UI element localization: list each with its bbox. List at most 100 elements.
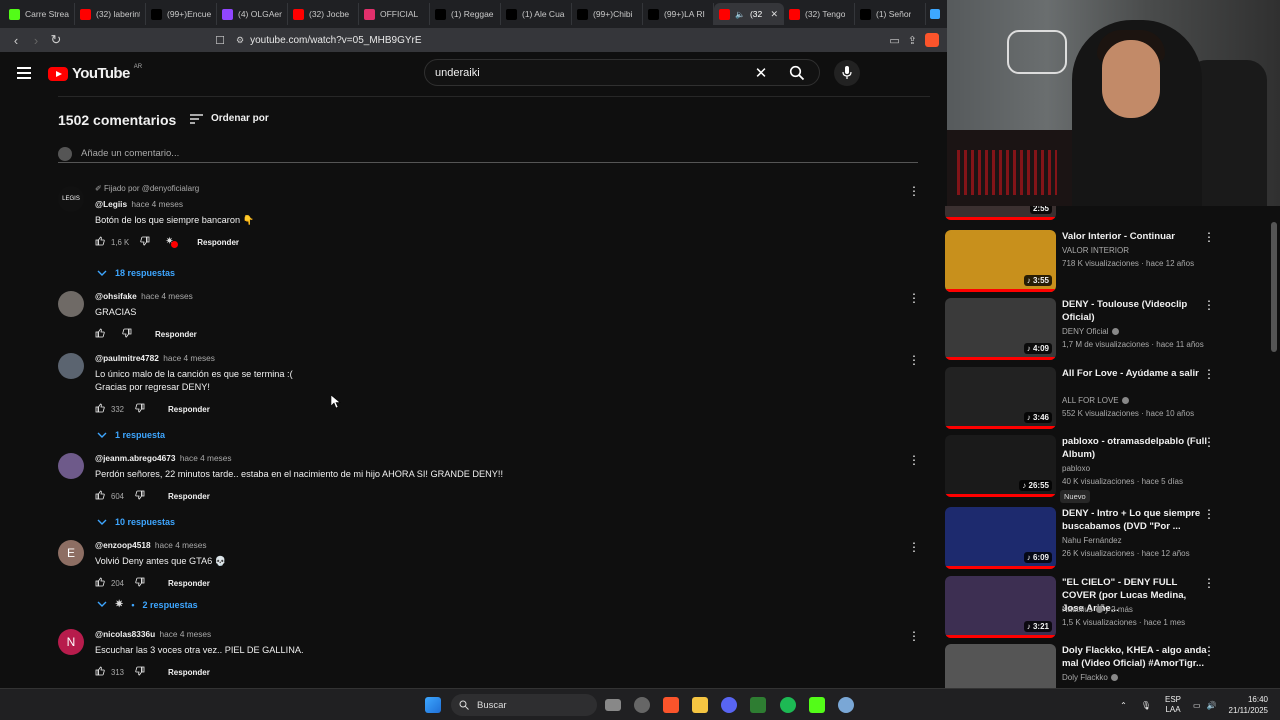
video-channel[interactable]: Doly Flackko [1062, 673, 1118, 682]
like-icon[interactable] [95, 328, 105, 340]
comment-time[interactable]: hace 4 meses [141, 291, 193, 301]
sort-button[interactable]: Ordenar por [190, 113, 269, 124]
video-thumbnail[interactable]: ♪ 6:09 [945, 507, 1056, 569]
video-channel[interactable]: Nahu Fernández [1062, 536, 1122, 545]
chevron-up-icon[interactable]: ⌃ [1120, 701, 1127, 710]
comment-avatar[interactable]: N [58, 629, 84, 655]
video-menu-icon[interactable]: ⋮ [1203, 576, 1215, 590]
youtube-logo[interactable]: YouTube AR [48, 64, 142, 82]
video-channel[interactable]: VALOR INTERIOR [1062, 246, 1129, 255]
reply-button[interactable]: Responder [168, 668, 210, 677]
like-icon[interactable] [95, 577, 105, 589]
video-title[interactable]: Doly Flackko, KHEA - algo anda mal (Vide… [1062, 644, 1207, 670]
voice-search-button[interactable] [834, 60, 860, 86]
video-menu-icon[interactable]: ⋮ [1203, 298, 1215, 312]
dislike-icon[interactable] [135, 577, 145, 589]
like-icon[interactable] [95, 666, 105, 678]
browser-tab[interactable]: (99+)LA RI [643, 3, 714, 25]
menu-icon[interactable] [17, 67, 31, 79]
search-box[interactable]: underaiki ✕ [424, 59, 820, 86]
comment-author[interactable]: @ohsifake [95, 291, 137, 301]
video-thumbnail[interactable]: ♪ 26:55 [945, 435, 1056, 497]
browser-tab[interactable]: (99+)Encuesta [146, 3, 217, 25]
comment-author[interactable]: @nicolas8336u [95, 629, 155, 639]
add-comment-placeholder[interactable]: Añade un comentario... [81, 148, 179, 159]
comment-time[interactable]: hace 4 meses [131, 199, 183, 209]
back-icon[interactable]: ‹ [6, 30, 26, 50]
comment-author[interactable]: @enzoop4518 [95, 540, 151, 550]
windows-start-icon[interactable] [425, 697, 441, 713]
comment-menu-icon[interactable]: ⋮ [908, 353, 920, 367]
browser-tab[interactable]: (32) laberinto [75, 3, 146, 25]
video-title[interactable]: All For Love - Ayúdame a salir [1062, 367, 1207, 380]
address-bar[interactable]: ☐ ⚙ youtube.com/watch?v=05_MHB9GYrE [74, 30, 764, 50]
video-channel[interactable]: ALL FOR LOVE [1062, 396, 1129, 405]
like-icon[interactable] [95, 403, 105, 415]
taskbar-search[interactable]: Buscar [451, 694, 597, 716]
dislike-icon[interactable] [122, 328, 132, 340]
spotify-icon[interactable] [780, 697, 796, 713]
like-icon[interactable] [95, 490, 105, 502]
like-icon[interactable] [95, 236, 105, 248]
comment-menu-icon[interactable]: ⋮ [908, 184, 920, 198]
comment-avatar[interactable] [58, 353, 84, 379]
video-menu-icon[interactable]: ⋮ [1203, 435, 1215, 449]
clock[interactable]: 16:40 21/11/2025 [1229, 694, 1268, 716]
video-thumbnail[interactable]: ♪ 3:21 [945, 576, 1056, 638]
comment-avatar[interactable] [58, 291, 84, 317]
video-title[interactable]: Valor Interior - Continuar [1062, 230, 1207, 243]
volume-icon[interactable]: 🔊 [1207, 701, 1217, 710]
clear-search-icon[interactable]: ✕ [747, 64, 775, 82]
site-info-icon[interactable]: ⚙ [236, 35, 244, 46]
video-menu-icon[interactable]: ⋮ [1203, 367, 1215, 381]
dislike-icon[interactable] [135, 403, 145, 415]
reload-icon[interactable]: ↻ [46, 30, 66, 50]
comment-avatar[interactable]: LEGIS [58, 186, 84, 212]
reply-button[interactable]: Responder [155, 330, 197, 339]
bookmark-icon[interactable]: ☐ [210, 34, 230, 47]
browser-tab[interactable]: Carre Streaming [4, 3, 75, 25]
comment-author[interactable]: @Legiis [95, 199, 127, 209]
settings-gear-icon[interactable] [634, 697, 650, 713]
comment-menu-icon[interactable]: ⋮ [908, 540, 920, 554]
forward-icon[interactable]: › [26, 30, 46, 50]
video-thumbnail[interactable]: ♪ 4:09 [945, 298, 1056, 360]
dislike-icon[interactable] [140, 236, 150, 248]
browser-tab[interactable]: (99+)Chibi [572, 3, 643, 25]
browser-tab[interactable]: (1) Reggae [430, 3, 501, 25]
video-thumbnail[interactable]: ♪ 3:46 [945, 367, 1056, 429]
replies-toggle[interactable]: 18 respuestas [97, 268, 175, 278]
video-title[interactable]: DENY - Intro + Lo que siempre buscabamos… [1062, 507, 1207, 533]
app-icon[interactable] [750, 697, 766, 713]
comment-author[interactable]: @paulmitre4782 [95, 353, 159, 363]
comment-time[interactable]: hace 4 meses [160, 629, 212, 639]
microphone-icon[interactable]: 🎙 [1141, 701, 1151, 710]
comment-menu-icon[interactable]: ⋮ [908, 291, 920, 305]
search-button[interactable] [775, 60, 819, 85]
comment-avatar[interactable]: E [58, 540, 84, 566]
sidebar-scrollbar[interactable] [1271, 222, 1277, 352]
video-thumbnail[interactable] [945, 644, 1056, 688]
video-thumbnail[interactable]: ♪ 3:55 [945, 230, 1056, 292]
search-input[interactable]: underaiki [435, 67, 747, 79]
gear-app-icon[interactable] [838, 697, 854, 713]
reply-button[interactable]: Responder [168, 405, 210, 414]
comment-time[interactable]: hace 4 meses [163, 353, 215, 363]
replies-toggle[interactable]: 1 respuesta [97, 430, 165, 440]
browser-tab[interactable]: (32) Tengo [784, 3, 855, 25]
add-comment-field[interactable]: Añade un comentario... [58, 145, 918, 163]
video-channel[interactable]: DENY Oficial [1062, 327, 1119, 336]
reply-button[interactable]: Responder [168, 492, 210, 501]
browser-tab[interactable]: (32) Jocbe [288, 3, 359, 25]
comment-avatar[interactable] [58, 453, 84, 479]
video-menu-icon[interactable]: ⋮ [1203, 507, 1215, 521]
file-explorer-icon[interactable] [692, 697, 708, 713]
language-indicator[interactable]: ESP LAA [1165, 695, 1181, 715]
close-tab-icon[interactable]: ✕ [770, 9, 778, 20]
discord-icon[interactable] [721, 697, 737, 713]
video-menu-icon[interactable]: ⋮ [1203, 230, 1215, 244]
url-text[interactable]: youtube.com/watch?v=05_MHB9GYrE [250, 35, 421, 46]
video-menu-icon[interactable]: ⋮ [1203, 644, 1215, 658]
video-channel[interactable]: Nautilius y 2 más [1062, 605, 1133, 614]
comment-menu-icon[interactable]: ⋮ [908, 453, 920, 467]
